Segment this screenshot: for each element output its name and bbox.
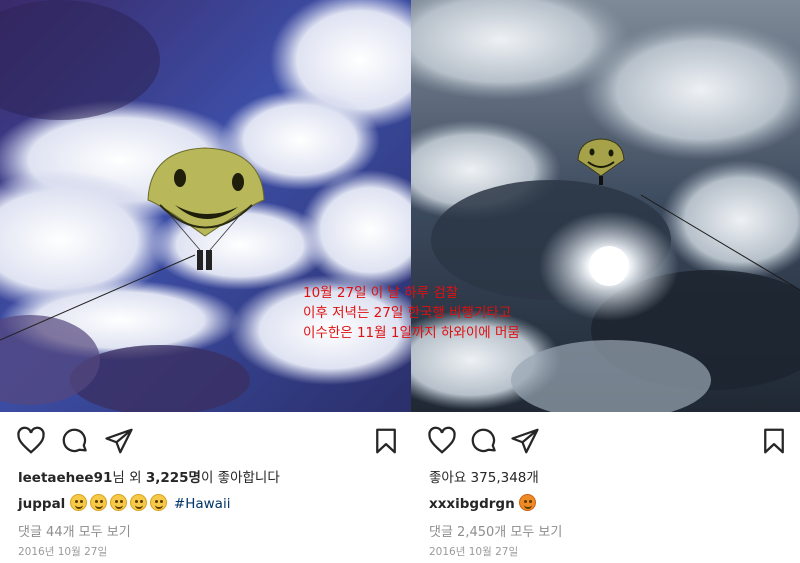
likes-username[interactable]: leetaehee91 xyxy=(18,470,112,486)
comment-icon[interactable] xyxy=(60,426,90,456)
smiley-emoji-icon xyxy=(149,494,167,511)
instagram-post-right: 좋아요 375,348개 xxxibgdrgn 댓글 2,450개 모두 보기 … xyxy=(411,0,800,563)
annotation-line-3: 이수한은 11월 1일까지 하와이에 머뭄 xyxy=(303,325,520,341)
post-date: 2016년 10월 27일 xyxy=(429,546,519,558)
smiley-emoji-icon xyxy=(109,494,127,511)
bookmark-icon[interactable] xyxy=(759,426,789,456)
likes-count[interactable]: 3,225명 xyxy=(146,470,201,486)
smiley-emoji-icon xyxy=(129,494,147,511)
post-photo-parasail-left[interactable] xyxy=(0,0,411,412)
pumpkin-emoji-icon xyxy=(518,494,536,511)
caption-username[interactable]: xxxibgdrgn xyxy=(429,496,515,512)
annotation-overlay: 10월 27일 이 날 하루 검찰 이후 저녁는 27일 한국행 비행기타고 이… xyxy=(303,283,520,343)
view-comments-link[interactable]: 댓글 2,450개 모두 보기 xyxy=(429,521,562,540)
likes-tail: 이 좋아합니다 xyxy=(200,470,280,486)
smiley-emoji-icon xyxy=(89,494,107,511)
comment-icon[interactable] xyxy=(469,426,499,456)
caption-emoji-row xyxy=(69,494,170,512)
likes-text: leetaehee91님 외 3,225명이 좋아합니다 xyxy=(18,466,280,486)
annotation-line-1: 10월 27일 이 날 하루 검찰 xyxy=(303,285,459,301)
caption-username[interactable]: juppal xyxy=(18,496,65,512)
bookmark-icon[interactable] xyxy=(371,426,401,456)
likes-count[interactable]: 좋아요 375,348개 xyxy=(429,466,539,486)
post-date: 2016년 10월 27일 xyxy=(18,546,108,558)
post-photo-parasail-right[interactable] xyxy=(411,0,800,412)
caption-hashtag[interactable]: #Hawaii xyxy=(174,496,231,512)
instagram-post-left: leetaehee91님 외 3,225명이 좋아합니다 juppal #Haw… xyxy=(0,0,411,563)
smiley-emoji-icon xyxy=(69,494,87,511)
view-comments-link[interactable]: 댓글 44개 모두 보기 xyxy=(18,521,131,540)
post-caption: juppal #Hawaii xyxy=(18,494,230,512)
post-caption: xxxibgdrgn xyxy=(429,494,539,512)
post-actions-bar xyxy=(14,424,397,456)
likes-suffix: 님 외 xyxy=(112,470,146,486)
post-actions-bar xyxy=(425,424,786,456)
heart-icon[interactable] xyxy=(16,426,46,456)
share-icon[interactable] xyxy=(104,426,134,456)
heart-icon[interactable] xyxy=(427,426,457,456)
share-icon[interactable] xyxy=(510,426,540,456)
annotation-line-2: 이후 저녁는 27일 한국행 비행기타고 xyxy=(303,305,512,321)
